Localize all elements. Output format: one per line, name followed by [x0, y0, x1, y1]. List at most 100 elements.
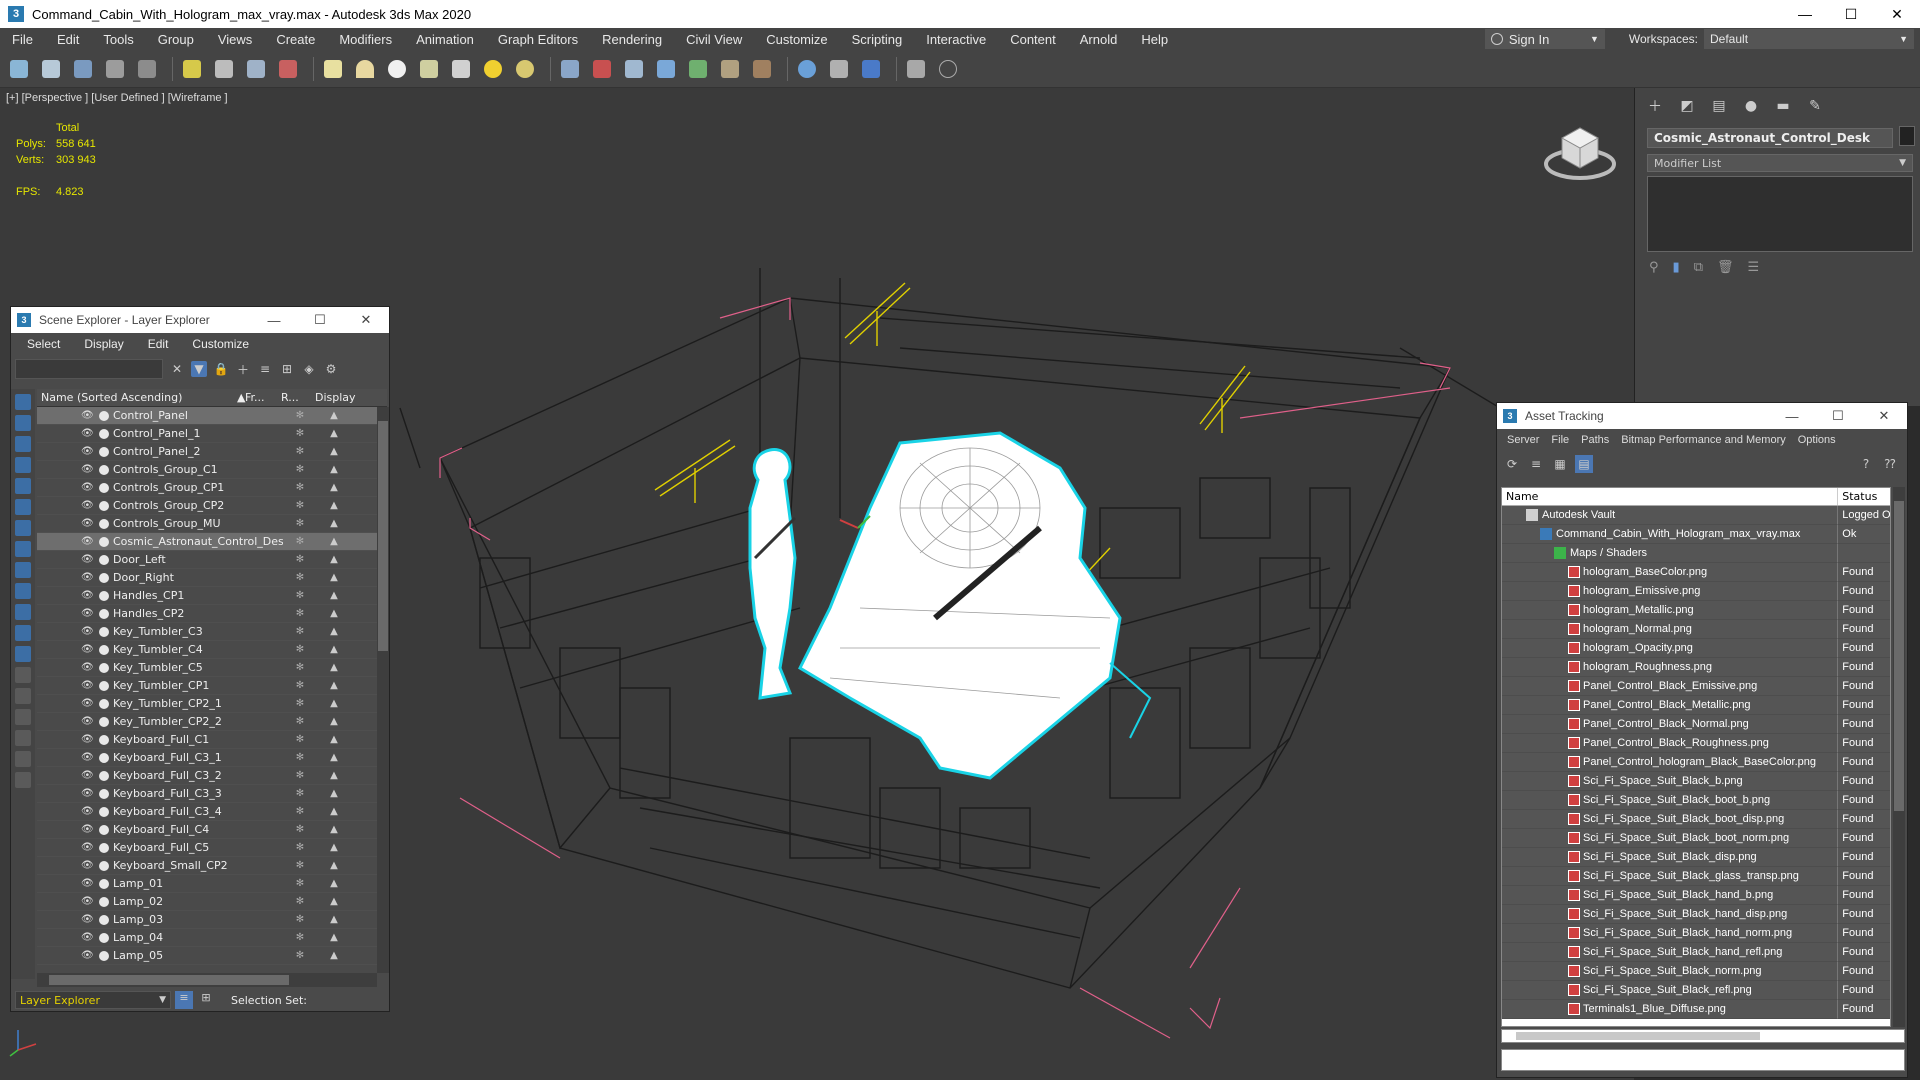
layer-dot-icon[interactable] [99, 554, 109, 565]
hierarchy-mode-icon[interactable]: ⊞ [197, 991, 215, 1009]
xrefs-filter-icon[interactable] [15, 562, 31, 578]
unlink-button[interactable] [102, 56, 128, 82]
eye-icon[interactable]: 👁 [81, 482, 95, 493]
scrollbar-thumb[interactable] [378, 421, 388, 651]
modifier-stack[interactable] [1647, 176, 1913, 252]
column-frozen[interactable]: Fr... [241, 389, 277, 406]
menu-modifiers[interactable]: Modifiers [327, 32, 404, 47]
asset-row[interactable]: Sci_Fi_Space_Suit_Black_disp.png Found [1502, 848, 1890, 867]
freeze-icon[interactable]: ✻ [283, 482, 317, 493]
teapot-render-icon[interactable]: ▲ [317, 590, 351, 601]
asset-row[interactable]: Panel_Control_Black_Normal.png Found [1502, 715, 1890, 734]
asset-path-field[interactable] [1501, 1049, 1905, 1071]
layer-row[interactable]: 👁 Keyboard_Full_C3_2 ✻ ▲ [37, 767, 377, 785]
sky-light-button[interactable] [512, 56, 538, 82]
teapot-render-icon[interactable]: ▲ [317, 698, 351, 709]
asset-row[interactable]: Maps / Shaders [1502, 544, 1890, 563]
column-display[interactable]: Display [311, 389, 371, 406]
freeze-icon[interactable]: ✻ [283, 428, 317, 439]
layer-row[interactable]: 👁 Lamp_04 ✻ ▲ [37, 929, 377, 947]
hierarchy-tab-icon[interactable]: ▤ [1709, 96, 1729, 116]
settings-icon[interactable]: ⚙ [323, 361, 339, 377]
layer-dot-icon[interactable] [99, 482, 109, 493]
eye-icon[interactable]: 👁 [81, 914, 95, 925]
asset-row[interactable]: Panel_Control_Black_Metallic.png Found [1502, 696, 1890, 715]
teapot-render-icon[interactable]: ▲ [317, 446, 351, 457]
eye-icon[interactable]: 👁 [81, 878, 95, 889]
scrollbar-thumb[interactable] [1516, 1032, 1760, 1040]
minimize-button[interactable]: — [1769, 409, 1815, 424]
teapot-render-icon[interactable]: ▲ [317, 464, 351, 475]
minimize-button[interactable]: — [251, 313, 297, 328]
bulb-icon-button[interactable] [179, 56, 205, 82]
sign-in-dropdown[interactable]: Sign In ▼ [1484, 29, 1605, 49]
menu-file[interactable]: File [0, 32, 45, 47]
freeze-icon[interactable]: ✻ [283, 698, 317, 709]
at-menu-paths[interactable]: Paths [1575, 434, 1615, 446]
freeze-icon[interactable]: ✻ [283, 446, 317, 457]
teapot-render-icon[interactable]: ▲ [317, 716, 351, 727]
freeze-icon[interactable]: ✻ [283, 518, 317, 529]
eye-icon[interactable]: 👁 [81, 410, 95, 421]
teapot-render-icon[interactable]: ▲ [317, 878, 351, 889]
bones-filter-icon[interactable] [15, 583, 31, 599]
layer-dot-icon[interactable] [99, 860, 109, 871]
table-view-icon[interactable]: ▤ [1575, 455, 1593, 473]
clear-search-icon[interactable]: ✕ [169, 361, 185, 377]
asset-row[interactable]: Autodesk Vault Logged Out [1502, 506, 1890, 525]
layer-row[interactable]: 👁 Keyboard_Full_C1 ✻ ▲ [37, 731, 377, 749]
menu-edit[interactable]: Edit [45, 32, 91, 47]
layer-dot-icon[interactable] [99, 410, 109, 421]
eye-icon[interactable]: 👁 [81, 464, 95, 475]
layer-row[interactable]: 👁 Controls_Group_CP1 ✻ ▲ [37, 479, 377, 497]
asset-row[interactable]: Sci_Fi_Space_Suit_Black_hand_norm.png Fou… [1502, 924, 1890, 943]
render-setup-button[interactable] [275, 56, 301, 82]
invert-filter-icon[interactable] [15, 709, 31, 725]
make-unique-icon[interactable]: ⧉ [1694, 260, 1703, 275]
object-color-swatch[interactable] [1899, 126, 1915, 146]
none-filter-icon[interactable] [15, 688, 31, 704]
search-input[interactable] [15, 359, 163, 379]
at-menu-file[interactable]: File [1545, 434, 1575, 446]
at-menu-server[interactable]: Server [1501, 434, 1545, 446]
layer-row[interactable]: 👁 Control_Panel_2 ✻ ▲ [37, 443, 377, 461]
teapot-render-icon[interactable]: ▲ [317, 428, 351, 439]
layer-dot-icon[interactable] [99, 734, 109, 745]
layer-dot-icon[interactable] [99, 608, 109, 619]
layer-dot-icon[interactable] [99, 788, 109, 799]
layer-row[interactable]: 👁 Key_Tumbler_CP2_1 ✻ ▲ [37, 695, 377, 713]
at-menu-options[interactable]: Options [1792, 434, 1842, 446]
layers-mode-icon[interactable]: ≡ [175, 991, 193, 1009]
eye-icon[interactable]: 👁 [81, 932, 95, 943]
column-render[interactable]: R... [277, 389, 311, 406]
freeze-icon[interactable]: ✻ [283, 770, 317, 781]
layer-row[interactable]: 👁 Lamp_03 ✻ ▲ [37, 911, 377, 929]
configure-sets-icon[interactable]: ☰ [1748, 260, 1760, 275]
layer-dot-icon[interactable] [99, 806, 109, 817]
layer-row[interactable]: 👁 Control_Panel_1 ✻ ▲ [37, 425, 377, 443]
grid-button[interactable] [557, 56, 583, 82]
teapot-render-icon[interactable]: ▲ [317, 752, 351, 763]
teapot-render-icon[interactable]: ▲ [317, 896, 351, 907]
column-name[interactable]: Name (Sorted Ascending) [37, 389, 233, 406]
layer-dot-icon[interactable] [99, 716, 109, 727]
layer-dot-icon[interactable] [99, 932, 109, 943]
layer-row[interactable]: 👁 Keyboard_Full_C3_3 ✻ ▲ [37, 785, 377, 803]
layer-dot-icon[interactable] [99, 536, 109, 547]
box-button[interactable] [320, 56, 346, 82]
layer-row[interactable]: 👁 Keyboard_Full_C4 ✻ ▲ [37, 821, 377, 839]
layer-dot-icon[interactable] [99, 626, 109, 637]
teapot-render-icon[interactable]: ▲ [317, 932, 351, 943]
layer-row[interactable]: 👁 Door_Right ✻ ▲ [37, 569, 377, 587]
layer-row[interactable]: 👁 Cosmic_Astronaut_Control_Desk ✻ ▲ [37, 533, 377, 551]
freeze-icon[interactable]: ✻ [283, 554, 317, 565]
eye-icon[interactable]: 👁 [81, 446, 95, 457]
menu-scripting[interactable]: Scripting [840, 32, 915, 47]
teapot-render-icon[interactable]: ▲ [317, 734, 351, 745]
eye-icon[interactable]: 👁 [81, 608, 95, 619]
teapot-render-icon[interactable]: ▲ [317, 806, 351, 817]
teapot-render-icon[interactable]: ▲ [317, 572, 351, 583]
viewport-label[interactable]: [+] [Perspective ] [User Defined ] [Wire… [6, 92, 228, 104]
layer-row[interactable]: 👁 Key_Tumbler_C3 ✻ ▲ [37, 623, 377, 641]
dome-button[interactable] [352, 56, 378, 82]
